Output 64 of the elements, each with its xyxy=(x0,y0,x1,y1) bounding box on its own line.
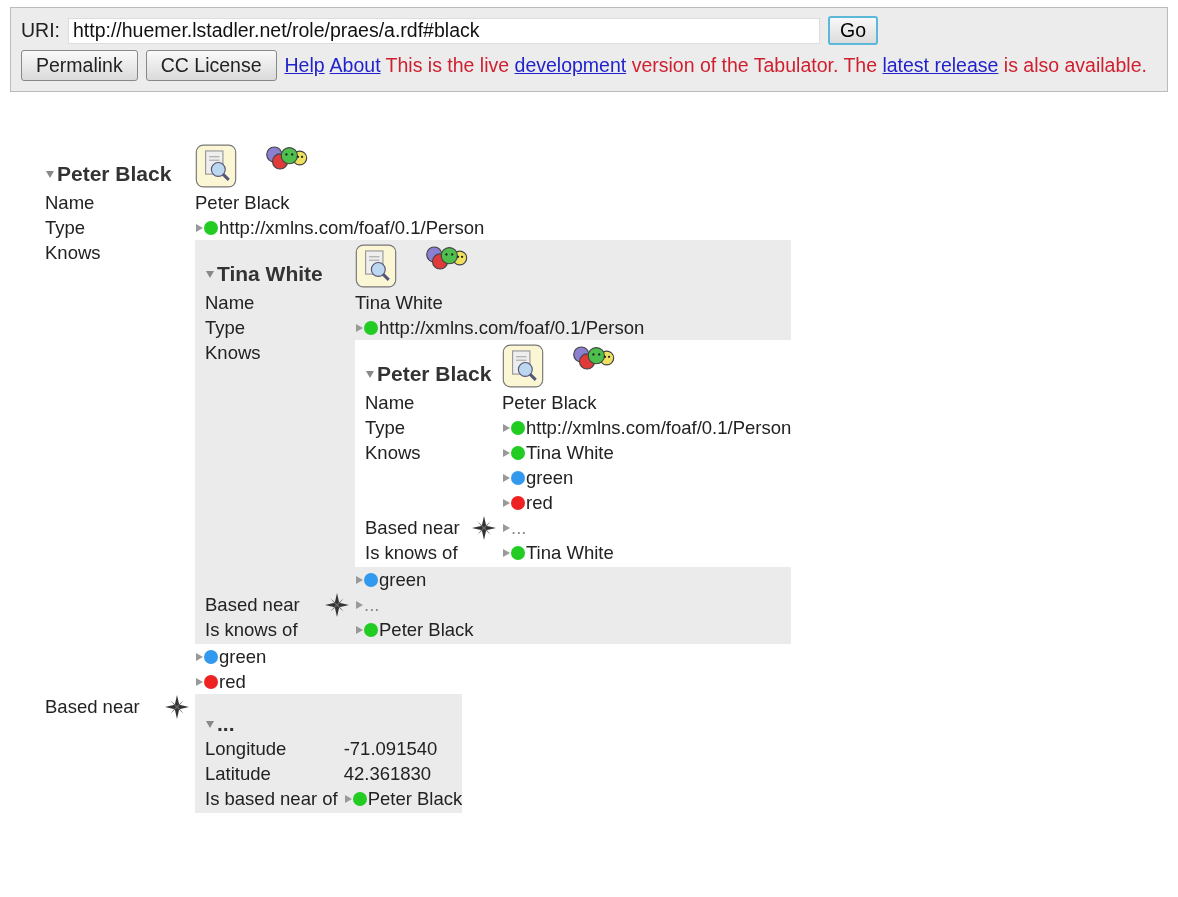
property-label: Name xyxy=(45,191,95,215)
resource-link[interactable]: Peter Black xyxy=(367,786,463,811)
property-label: Is based near of xyxy=(205,787,338,811)
resource-link[interactable]: red xyxy=(219,669,246,694)
property-label: Name xyxy=(365,391,415,415)
property-label: Type xyxy=(45,216,86,240)
resource-link[interactable]: green xyxy=(379,567,427,592)
property-label: Based near xyxy=(365,516,460,540)
property-label: Type xyxy=(365,416,406,440)
resource-link[interactable]: green xyxy=(526,465,574,490)
uri-label: URI: xyxy=(21,19,60,42)
node-title[interactable]: Tina White xyxy=(217,262,323,286)
caret-down-icon[interactable] xyxy=(365,369,375,379)
node-title[interactable]: ... xyxy=(217,712,235,736)
document-search-icon[interactable] xyxy=(195,144,237,188)
node-title[interactable]: Peter Black xyxy=(57,162,172,186)
property-label: Knows xyxy=(365,441,421,465)
value-text: Tina White xyxy=(355,291,444,315)
property-label: Based near xyxy=(205,593,300,617)
compass-star-icon[interactable] xyxy=(165,694,189,719)
resource-link[interactable]: http://xmlns.com/foaf/0.1/Person xyxy=(379,315,645,340)
document-search-icon[interactable] xyxy=(355,244,397,288)
value-text: 42.361830 xyxy=(343,762,433,786)
resource-link[interactable]: green xyxy=(219,644,267,669)
property-label: Is knows of xyxy=(365,541,458,565)
property-label: Knows xyxy=(45,241,101,265)
compass-star-icon[interactable] xyxy=(325,592,349,617)
property-label: Knows xyxy=(205,341,261,365)
property-label: Type xyxy=(205,316,246,340)
property-label: Longitude xyxy=(205,737,287,761)
property-label: Based near xyxy=(45,695,140,719)
property-label: Is knows of xyxy=(205,618,298,642)
property-label: Latitude xyxy=(205,762,271,786)
resource-link[interactable]: red xyxy=(526,490,553,515)
value-text: Peter Black xyxy=(502,391,598,415)
value-text: Peter Black xyxy=(195,191,291,215)
nav-link[interactable]: About xyxy=(329,54,381,77)
smileys-icon[interactable] xyxy=(572,344,616,372)
document-search-icon[interactable] xyxy=(502,344,544,388)
toolbar-button[interactable]: Permalink xyxy=(21,50,138,81)
resource-link[interactable]: Tina White xyxy=(526,440,614,465)
nav-link[interactable]: Help xyxy=(284,54,325,77)
compass-star-icon[interactable] xyxy=(472,515,496,540)
inline-link[interactable]: development xyxy=(514,54,627,76)
caret-right-icon[interactable] xyxy=(502,522,511,533)
notice-text: This is the live development version of the Tabulator. The latest release is also available. xyxy=(385,54,1147,77)
resource-link[interactable]: http://xmlns.com/foaf/0.1/Person xyxy=(219,215,485,240)
value-text: -71.091540 xyxy=(343,737,439,761)
caret-right-icon[interactable] xyxy=(355,599,364,610)
resource-link[interactable]: Peter Black xyxy=(379,617,474,642)
toolbar-button[interactable]: CC License xyxy=(145,50,277,81)
property-label: Name xyxy=(205,291,255,315)
go-button[interactable]: Go xyxy=(828,16,878,45)
uri-field[interactable]: http://huemer.lstadler.net/role/praes/a.rdf#black xyxy=(68,17,820,44)
inline-link[interactable]: latest release xyxy=(882,54,999,76)
resource-link[interactable]: ... xyxy=(511,515,527,540)
smileys-icon[interactable] xyxy=(265,144,309,172)
smileys-icon[interactable] xyxy=(425,244,469,272)
caret-down-icon[interactable] xyxy=(45,169,55,179)
resource-link[interactable]: Tina White xyxy=(526,540,614,565)
resource-link[interactable]: http://xmlns.com/foaf/0.1/Person xyxy=(526,415,792,440)
node-title[interactable]: Peter Black xyxy=(377,362,492,386)
caret-down-icon[interactable] xyxy=(205,269,215,279)
caret-down-icon[interactable] xyxy=(205,719,215,729)
